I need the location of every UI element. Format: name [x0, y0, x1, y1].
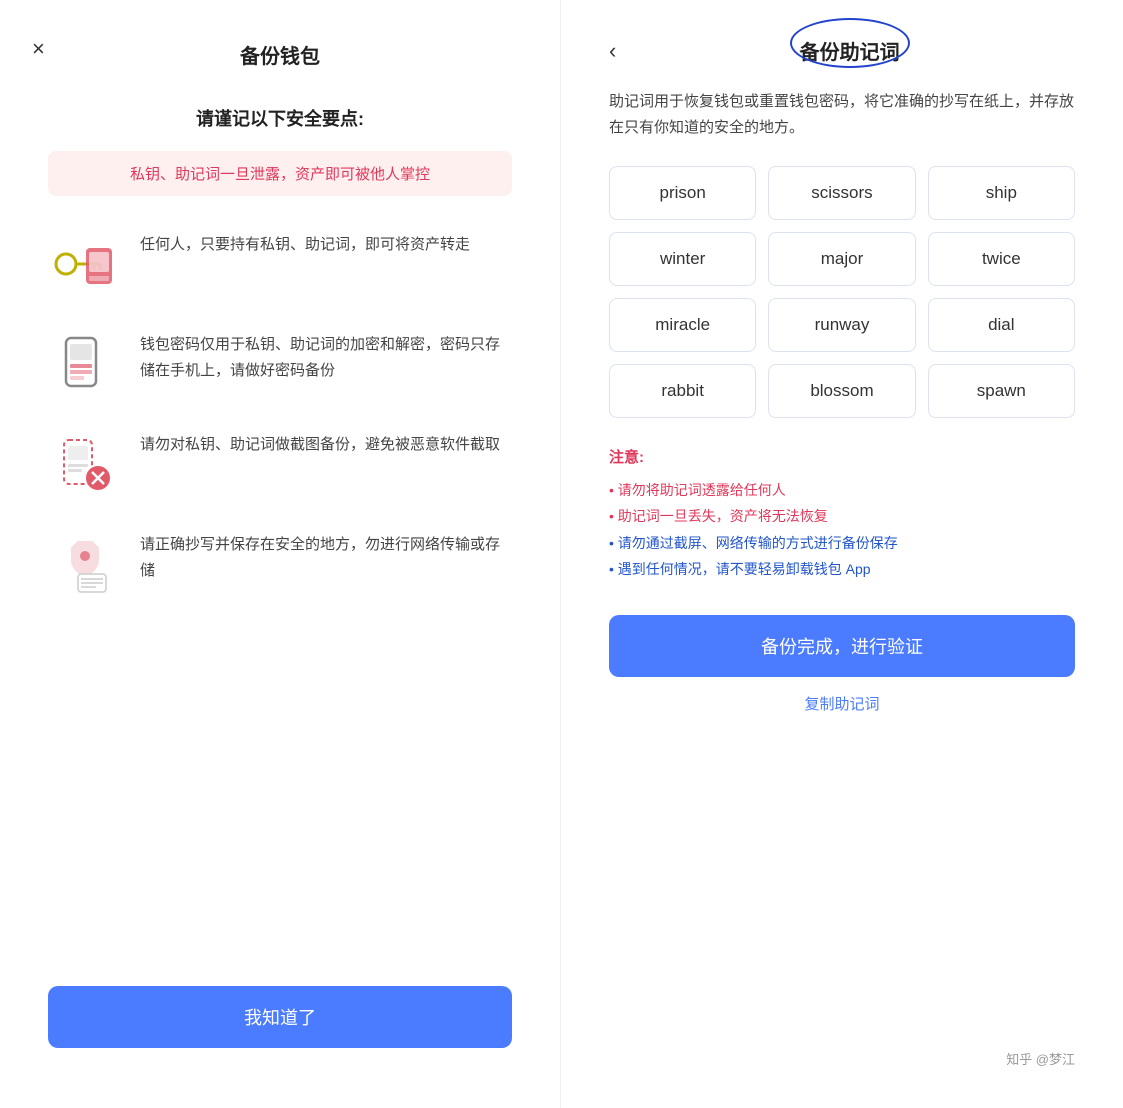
mnemonic-word: blossom [768, 364, 915, 418]
feature-text-1: 任何人，只要持有私钥、助记词，即可将资产转走 [140, 228, 470, 258]
mnemonic-word: miracle [609, 298, 756, 352]
mnemonic-word: dial [928, 298, 1075, 352]
feature-item-1: 任何人，只要持有私钥、助记词，即可将资产转走 [48, 228, 512, 300]
feature-item-3: 请勿对私钥、助记词做截图备份，避免被恶意软件截取 [48, 428, 512, 500]
feature-text-3: 请勿对私钥、助记词做截图备份，避免被恶意软件截取 [140, 428, 500, 458]
copy-mnemonic-link[interactable]: 复制助记词 [609, 693, 1075, 714]
paper-shield-icon [48, 528, 120, 600]
acknowledge-button[interactable]: 我知道了 [48, 986, 512, 1048]
verify-button[interactable]: 备份完成，进行验证 [609, 615, 1075, 677]
left-title: 备份钱包 [48, 40, 512, 69]
feature-item-2: 钱包密码仅用于私钥、助记词的加密和解密，密码只存储在手机上，请做好密码备份 [48, 328, 512, 400]
notes-title: 注意: [609, 446, 1075, 467]
notes-section: 注意: • 请勿将助记词透露给任何人• 助记词一旦丢失，资产将无法恢复• 请勿通… [609, 446, 1075, 583]
mnemonic-word: winter [609, 232, 756, 286]
note-item: • 请勿将助记词透露给任何人 [609, 477, 1075, 504]
warning-banner: 私钥、助记词一旦泄露，资产即可被他人掌控 [48, 151, 512, 196]
left-subtitle: 请谨记以下安全要点: [48, 105, 512, 131]
description-text: 助记词用于恢复钱包或重置钱包密码，将它准确的抄写在纸上，并存放在只有你知道的安全… [609, 89, 1075, 142]
mnemonic-word: rabbit [609, 364, 756, 418]
key-phone-icon [48, 228, 120, 300]
note-item: • 助记词一旦丢失，资产将无法恢复 [609, 503, 1075, 530]
back-button[interactable]: ‹ [609, 38, 616, 64]
left-panel: × 备份钱包 请谨记以下安全要点: 私钥、助记词一旦泄露，资产即可被他人掌控 任… [0, 0, 561, 1108]
mnemonic-word: twice [928, 232, 1075, 286]
right-header: ‹ 备份助记词 [609, 36, 1075, 65]
note-item: • 请勿通过截屏、网络传输的方式进行备份保存 [609, 530, 1075, 557]
mnemonic-word: spawn [928, 364, 1075, 418]
right-title: 备份助记词 [800, 42, 900, 64]
close-button[interactable]: × [32, 36, 45, 62]
screenshot-blocked-icon [48, 428, 120, 500]
mnemonic-word: runway [768, 298, 915, 352]
watermark-right: 知乎 @梦江 [609, 1033, 1075, 1068]
mnemonic-grid: prisonscissorsship wintermajortwice miracl… [609, 166, 1075, 418]
feature-text-2: 钱包密码仅用于私钥、助记词的加密和解密，密码只存储在手机上，请做好密码备份 [140, 328, 512, 383]
feature-item-4: 请正确抄写并保存在安全的地方，勿进行网络传输或存储 [48, 528, 512, 600]
mnemonic-word: scissors [768, 166, 915, 220]
feature-list: 任何人，只要持有私钥、助记词，即可将资产转走 钱包密码仅用于私钥、助记词的加密和… [48, 228, 512, 946]
mnemonic-word: major [768, 232, 915, 286]
mnemonic-word: prison [609, 166, 756, 220]
right-title-container: 备份助记词 [624, 36, 1075, 65]
mnemonic-word: ship [928, 166, 1075, 220]
note-item: • 遇到任何情况，请不要轻易卸载钱包 App [609, 556, 1075, 583]
feature-text-4: 请正确抄写并保存在安全的地方，勿进行网络传输或存储 [140, 528, 512, 583]
right-panel: ‹ 备份助记词 助记词用于恢复钱包或重置钱包密码，将它准确的抄写在纸上，并存放在… [561, 0, 1123, 1108]
phone-lock-icon [48, 328, 120, 400]
